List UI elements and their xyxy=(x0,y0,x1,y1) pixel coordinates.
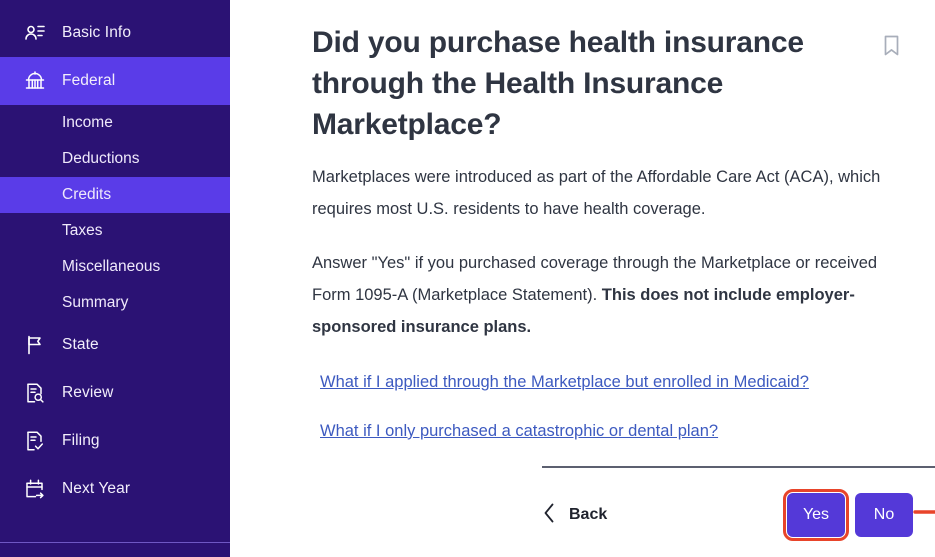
sidebar-item-federal[interactable]: Federal xyxy=(0,57,230,105)
no-button[interactable]: No xyxy=(855,493,913,537)
main-content: Did you purchase health insurance throug… xyxy=(230,0,935,557)
help-link-row-2: What if I only purchased a catastrophic … xyxy=(312,418,913,444)
sidebar-subitem-credits[interactable]: Credits xyxy=(0,177,230,213)
sidebar-item-basic-info[interactable]: Basic Info xyxy=(0,9,230,57)
sidebar-item-label: State xyxy=(62,336,99,353)
sidebar-subitem-label: Summary xyxy=(62,294,129,311)
yes-button[interactable]: Yes xyxy=(783,489,849,541)
sidebar-subitem-label: Credits xyxy=(62,186,112,203)
right-arrow-annotation xyxy=(913,500,935,529)
sidebar-subitem-taxes[interactable]: Taxes xyxy=(0,213,230,249)
footer-divider xyxy=(542,466,935,468)
paragraph-answer-guidance: Answer "Yes" if you purchased coverage t… xyxy=(312,247,890,343)
flag-icon xyxy=(22,332,48,358)
sidebar-subitem-summary[interactable]: Summary xyxy=(0,285,230,321)
sidebar-subitem-label: Deductions xyxy=(62,150,140,167)
sidebar-subitem-miscellaneous[interactable]: Miscellaneous xyxy=(0,249,230,285)
calendar-arrow-icon xyxy=(22,476,48,502)
help-link-row-1: What if I applied through the Marketplac… xyxy=(312,369,913,395)
sidebar-bottom-divider xyxy=(0,542,230,543)
help-link-medicaid[interactable]: What if I applied through the Marketplac… xyxy=(320,373,809,391)
paragraph-intro: Marketplaces were introduced as part of … xyxy=(312,168,881,218)
document-check-icon xyxy=(22,428,48,454)
sidebar-subitem-label: Miscellaneous xyxy=(62,258,161,275)
sidebar: Basic Info Federal Income Deductions Cre… xyxy=(0,0,230,557)
chevron-left-icon xyxy=(542,502,556,529)
sidebar-item-state[interactable]: State xyxy=(0,321,230,369)
sidebar-item-label: Federal xyxy=(62,72,116,89)
sidebar-item-label: Review xyxy=(62,384,114,401)
sidebar-item-label: Basic Info xyxy=(62,24,132,41)
page-title: Did you purchase health insurance throug… xyxy=(312,26,804,141)
document-search-icon xyxy=(22,380,48,406)
answer-button-group: Yes No xyxy=(783,489,913,541)
sidebar-item-filing[interactable]: Filing xyxy=(0,417,230,465)
app-root: Basic Info Federal Income Deductions Cre… xyxy=(0,0,935,557)
sidebar-item-next-year[interactable]: Next Year xyxy=(0,465,230,513)
sidebar-subitem-label: Taxes xyxy=(62,222,103,239)
contact-card-icon xyxy=(22,20,48,46)
back-button-label: Back xyxy=(569,506,608,523)
sidebar-subitem-label: Income xyxy=(62,114,113,131)
content-wrapper: Did you purchase health insurance throug… xyxy=(230,0,935,444)
footer-bar: Back Yes No xyxy=(542,489,913,541)
capitol-building-icon xyxy=(22,68,48,94)
sidebar-item-review[interactable]: Review xyxy=(0,369,230,417)
sidebar-subitem-deductions[interactable]: Deductions xyxy=(0,141,230,177)
help-link-catastrophic-dental[interactable]: What if I only purchased a catastrophic … xyxy=(320,422,718,440)
sidebar-item-label: Filing xyxy=(62,432,100,449)
sidebar-item-label: Next Year xyxy=(62,480,131,497)
heading-row: Did you purchase health insurance throug… xyxy=(312,22,913,145)
back-button[interactable]: Back xyxy=(542,502,607,529)
sidebar-subitem-income[interactable]: Income xyxy=(0,105,230,141)
bookmark-icon[interactable] xyxy=(882,34,901,63)
